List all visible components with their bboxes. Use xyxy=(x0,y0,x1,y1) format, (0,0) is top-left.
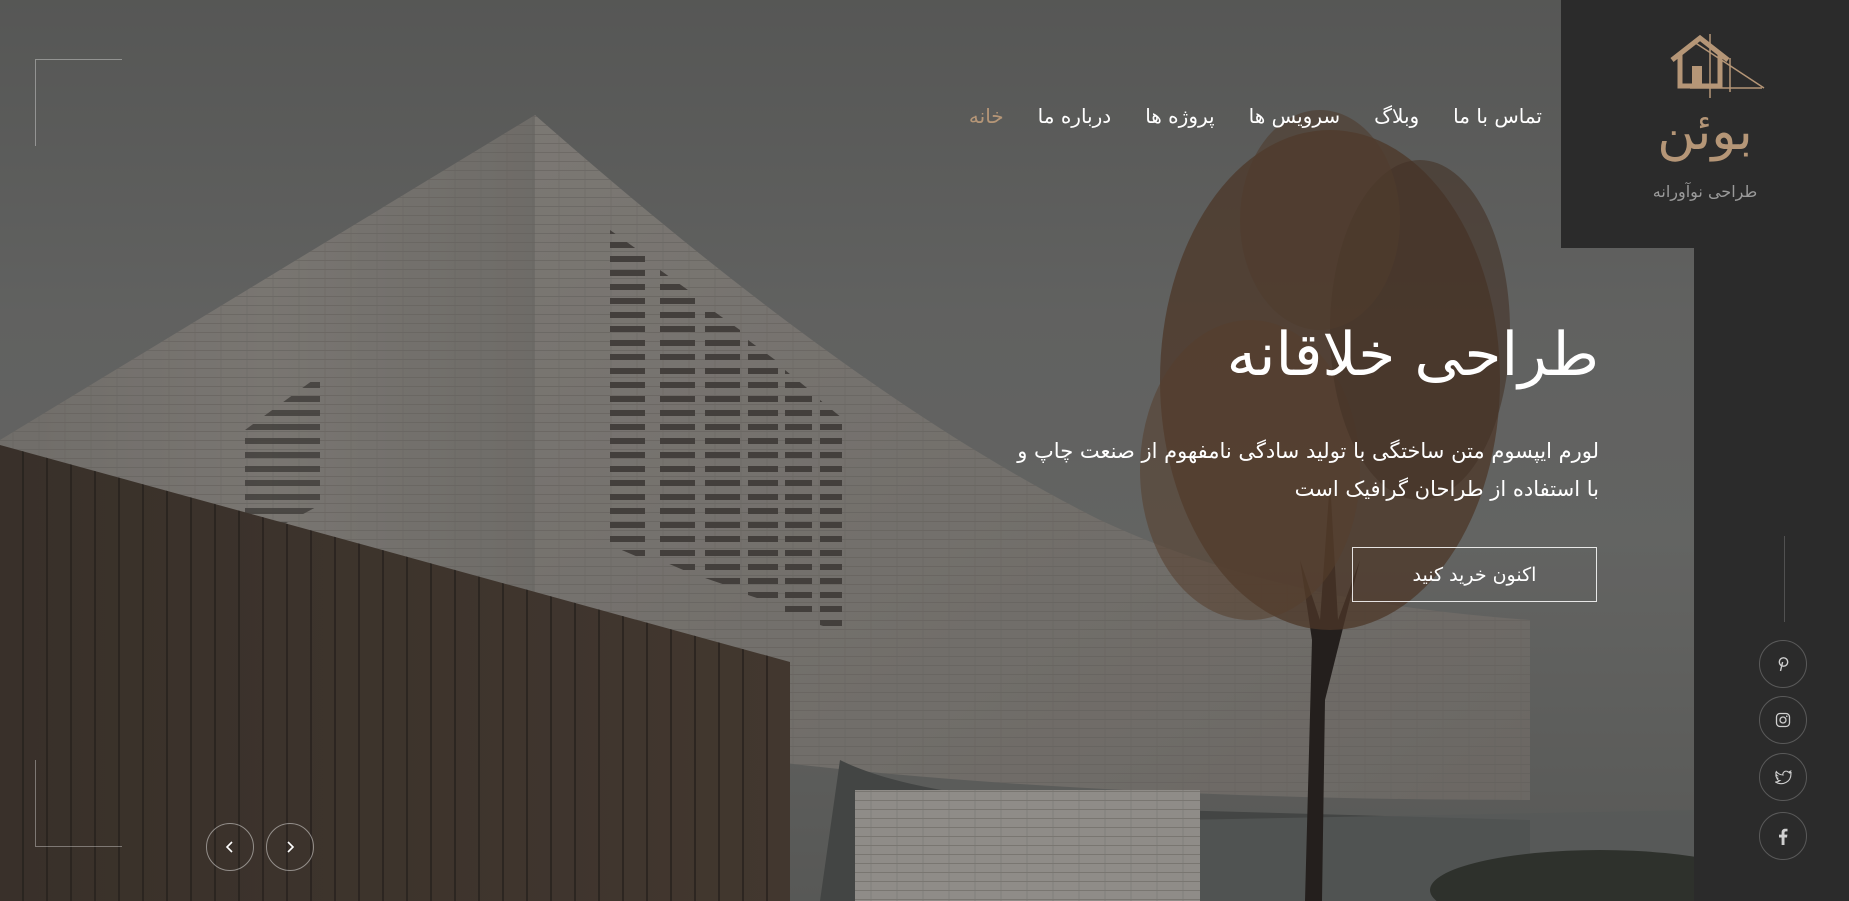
brand-name[interactable]: بوئن xyxy=(1561,102,1849,162)
facebook-icon xyxy=(1779,828,1788,845)
nav-item-contact[interactable]: تماس با ما xyxy=(1453,104,1542,128)
instagram-button[interactable] xyxy=(1759,696,1807,744)
buy-now-button[interactable]: اکنون خرید کنید xyxy=(1352,547,1597,602)
nav-item-about[interactable]: درباره ما xyxy=(1038,104,1112,128)
corner-frame-top-left xyxy=(35,59,122,146)
nav-item-home[interactable]: خانه xyxy=(969,104,1004,128)
twitter-icon xyxy=(1774,769,1792,784)
main-nav: خانه درباره ما پروژه ها سرویس ها وبلاگ ت… xyxy=(969,104,1542,128)
pinterest-button[interactable] xyxy=(1759,640,1807,688)
page: بوئن طراحی نوآورانه خانه درباره ما پروژه… xyxy=(0,0,1849,901)
house-logo-icon[interactable] xyxy=(1670,32,1766,104)
facebook-button[interactable] xyxy=(1759,812,1807,860)
slider-prev-button[interactable] xyxy=(206,823,254,871)
chevron-left-icon xyxy=(225,841,233,853)
corner-frame-bottom-left xyxy=(35,760,122,847)
brand-tagline: طراحی نوآورانه xyxy=(1652,182,1758,201)
twitter-button[interactable] xyxy=(1759,753,1807,801)
chevron-right-icon xyxy=(287,841,295,853)
hero-title: طراحی خلاقانه xyxy=(1226,320,1599,390)
hero-description: لورم ایپسوم متن ساختگی با تولید سادگی نا… xyxy=(1017,439,1599,501)
slider-next-button[interactable] xyxy=(266,823,314,871)
social-divider-line xyxy=(1784,536,1785,622)
nav-item-blog[interactable]: وبلاگ xyxy=(1374,104,1419,128)
nav-item-projects[interactable]: پروژه ها xyxy=(1145,104,1214,128)
instagram-icon xyxy=(1775,712,1791,728)
pinterest-icon xyxy=(1778,657,1789,672)
nav-item-services[interactable]: سرویس ها xyxy=(1249,104,1341,128)
